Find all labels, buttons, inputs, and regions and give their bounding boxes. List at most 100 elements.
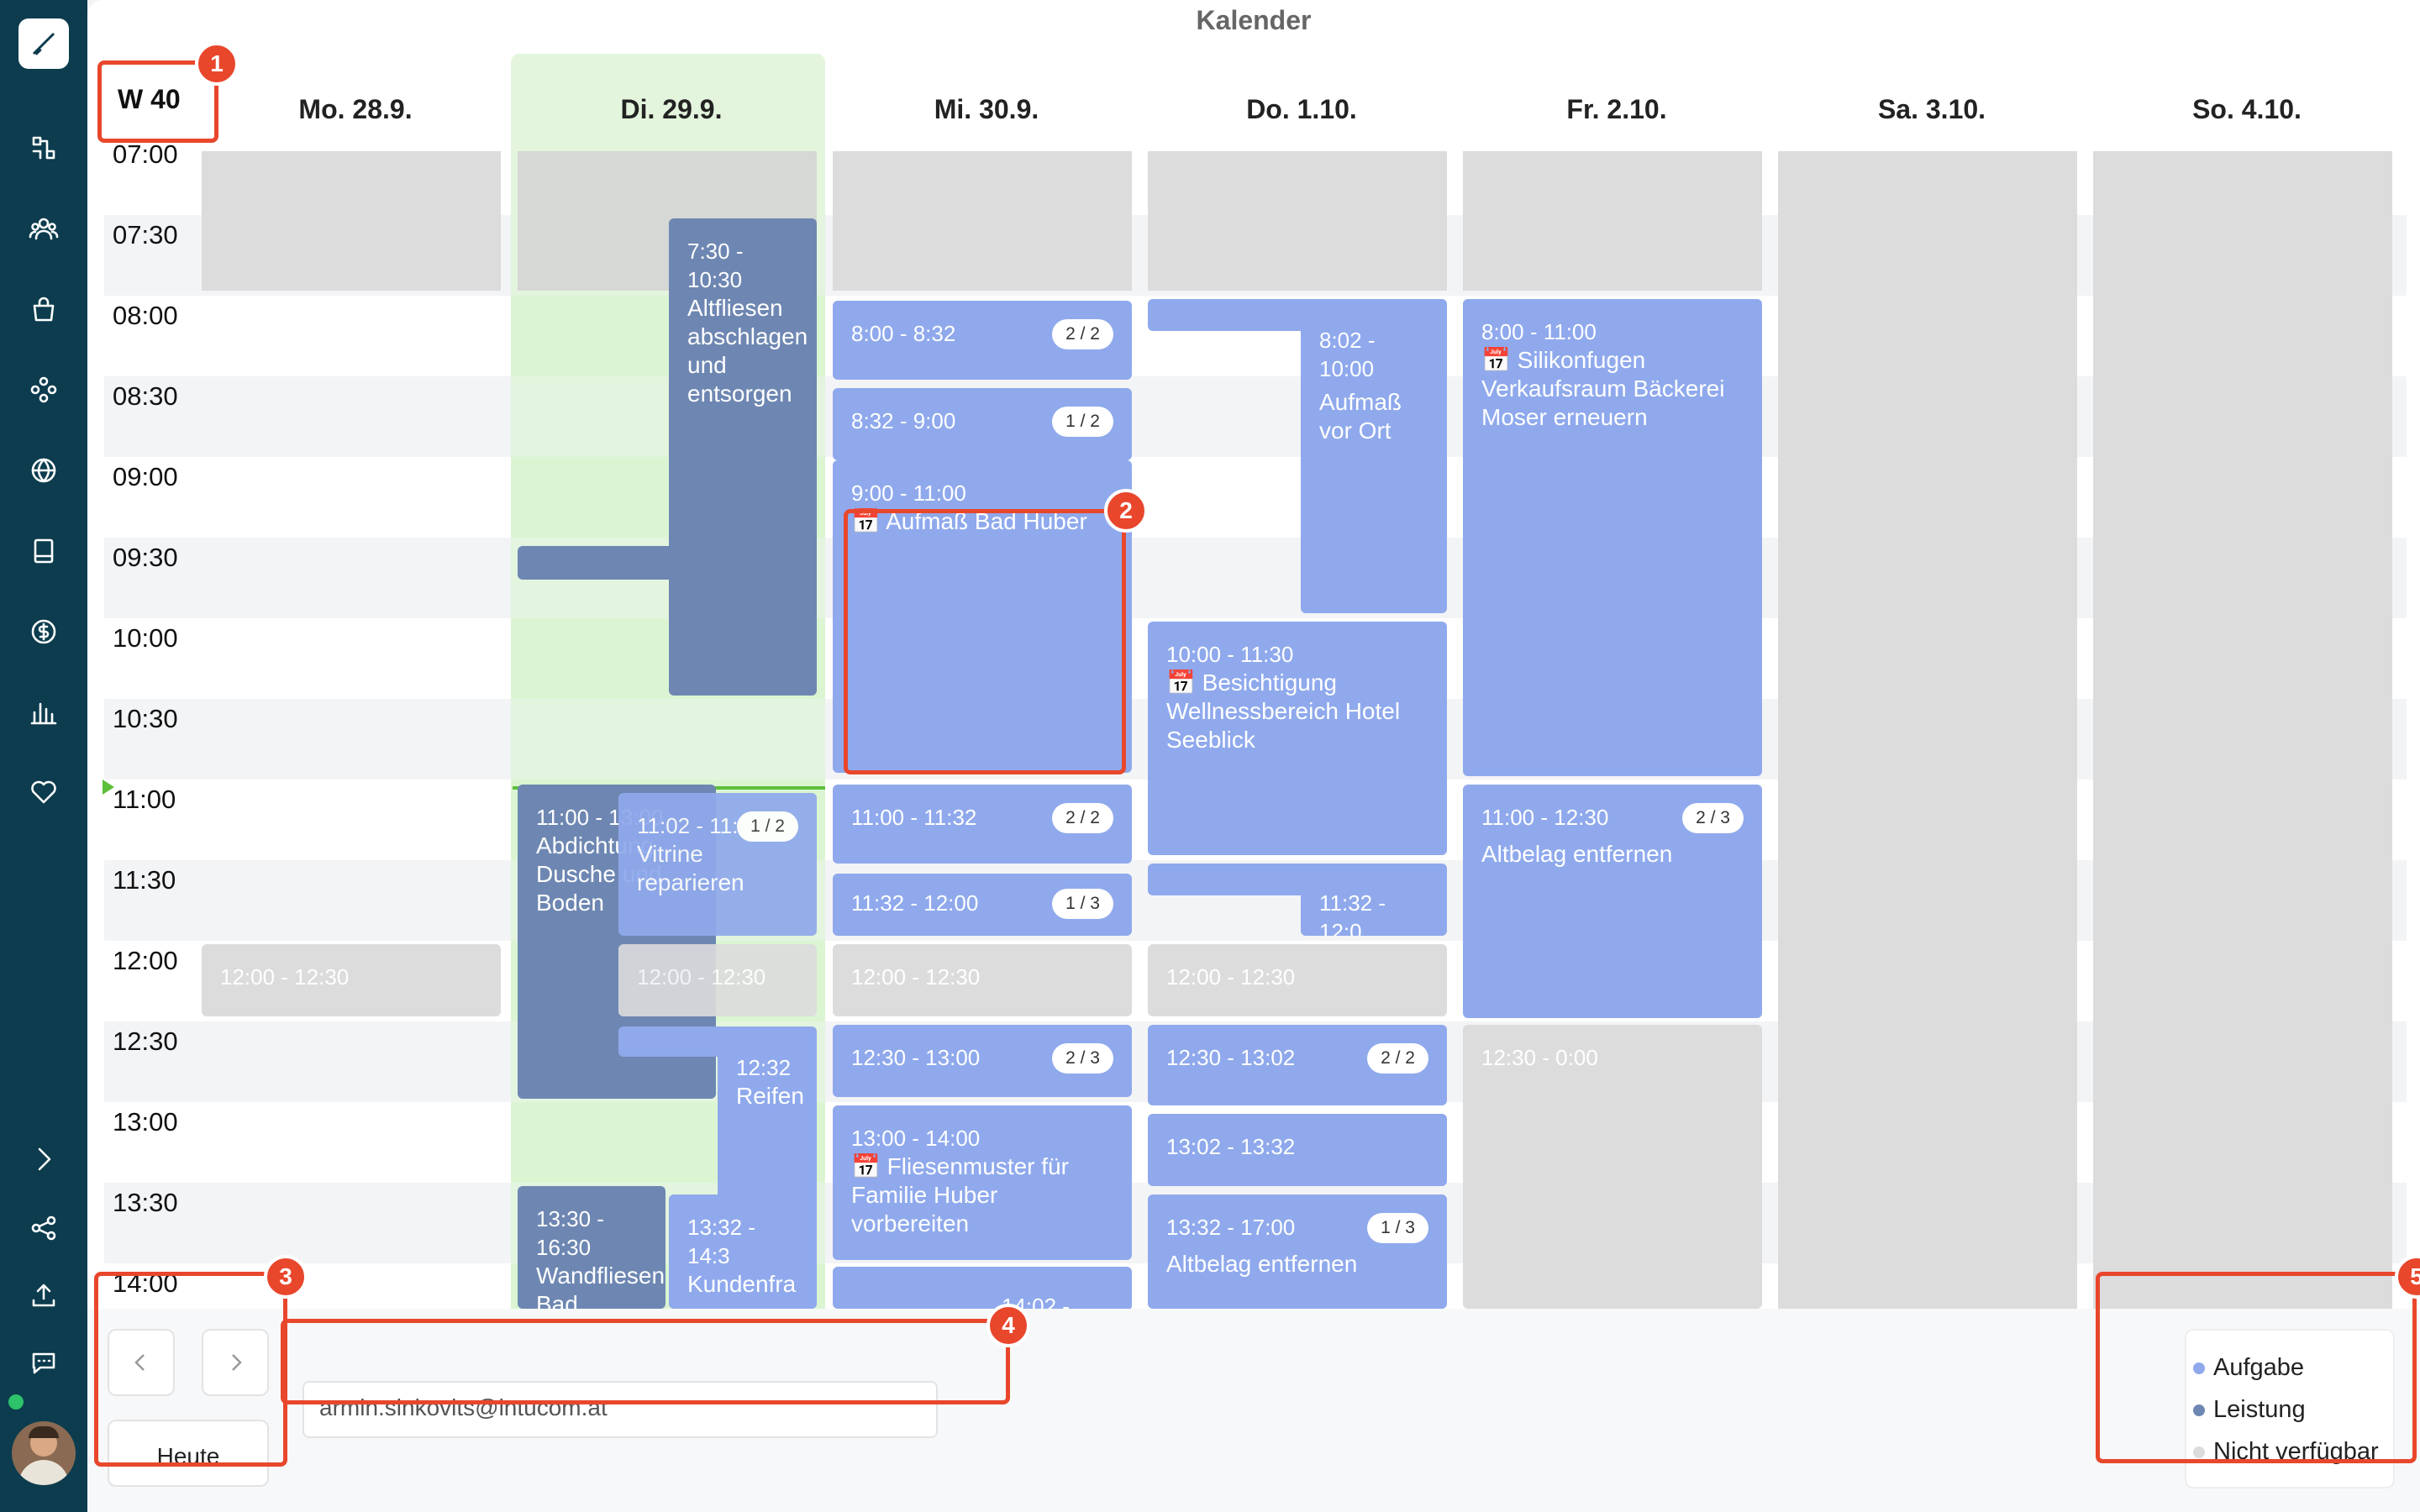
- unavailable-block: [1463, 151, 1762, 291]
- annotation-badge-2: 2: [1104, 489, 1148, 533]
- online-status-dot: [8, 1394, 24, 1410]
- time-label: 11:30: [113, 865, 176, 895]
- event-card[interactable]: 12:30 - 13:02 2 / 2: [1148, 1025, 1447, 1105]
- annotation-box-4: [281, 1319, 1010, 1404]
- day-header-di[interactable]: Di. 29.9.: [518, 94, 825, 129]
- event-time: 13:00 - 14:00: [851, 1126, 981, 1151]
- chevron-right-icon[interactable]: [27, 1142, 60, 1176]
- event-card[interactable]: 13:30 - 16:30 Wandfliesen Bad Huber: [518, 1186, 666, 1309]
- event-title: Altbelag entfernen: [1166, 1251, 1358, 1277]
- annotation-box-5: [2096, 1272, 2417, 1463]
- event-time: 12:32: [736, 1055, 792, 1080]
- event-card[interactable]: 13:02 - 13:32: [1148, 1114, 1447, 1186]
- annotation-badge-4: 4: [986, 1304, 1030, 1347]
- logo-icon[interactable]: [18, 18, 69, 69]
- event-card[interactable]: 8:32 - 9:00 1 / 2: [833, 388, 1132, 460]
- annotation-badge-3: 3: [264, 1255, 308, 1299]
- event-time: 7:30 - 10:30: [687, 239, 744, 292]
- progress-badge: 2 / 3: [1052, 1043, 1113, 1074]
- event-card[interactable]: 11:00 - 11:32 2 / 2: [833, 785, 1132, 864]
- heart-icon[interactable]: [27, 776, 60, 810]
- annotation-badge-1: 1: [195, 42, 239, 86]
- event-title: 📅 Silikonfugen Verkaufsraum Bäckerei Mos…: [1481, 346, 1744, 432]
- calendar-icon: 📅: [1481, 347, 1518, 373]
- event-title: Altbelag entfernen: [1481, 841, 1673, 867]
- progress-badge: 2 / 2: [1052, 319, 1113, 349]
- unavailable-block[interactable]: 12:30 - 0:00: [1463, 1025, 1762, 1309]
- event-card[interactable]: 13:32 - 17:00 Altbelag entfernen 1 / 3: [1148, 1194, 1447, 1309]
- event-card[interactable]: 10:00 - 11:30 📅 Besichtigung Wellnessber…: [1148, 622, 1447, 855]
- globe-icon[interactable]: [27, 454, 60, 487]
- annotation-box-3: [94, 1272, 287, 1467]
- annotation-box-2: [844, 509, 1126, 774]
- calendar-icon: 📅: [851, 1153, 887, 1179]
- chart-icon[interactable]: [27, 696, 60, 729]
- workflow-icon[interactable]: [27, 131, 60, 165]
- unavailable-block: [202, 151, 501, 291]
- time-label: 08:30: [113, 381, 178, 411]
- dollar-icon[interactable]: [27, 615, 60, 648]
- event-card[interactable]: 11:32 - 12:0: [1301, 874, 1447, 936]
- time-label: 08:00: [113, 301, 178, 330]
- unavailable-block[interactable]: 12:00 - 12:30: [202, 944, 501, 1016]
- chat-icon[interactable]: [27, 1346, 60, 1379]
- event-time: 12:00 - 12:30: [851, 964, 981, 990]
- unavailable-block[interactable]: 12:00 - 12:30: [618, 944, 817, 1016]
- day-header-do[interactable]: Do. 1.10.: [1148, 94, 1455, 129]
- time-label: 09:30: [113, 543, 178, 572]
- event-card[interactable]: 13:00 - 14:00 📅 Fliesenmuster für Famili…: [833, 1105, 1132, 1260]
- share-icon[interactable]: [27, 1211, 60, 1245]
- time-label: 13:30: [113, 1188, 178, 1217]
- event-card[interactable]: 13:32 - 14:3 Kundenfra: [669, 1194, 817, 1309]
- event-card[interactable]: [518, 546, 817, 580]
- unavailable-block: [1778, 151, 2077, 1309]
- team-icon[interactable]: [27, 212, 60, 245]
- event-card[interactable]: 11:00 - 12:30 Altbelag entfernen 2 / 3: [1463, 785, 1762, 1018]
- progress-badge: 1 / 3: [1052, 889, 1113, 919]
- page-title: Kalender: [1196, 5, 1312, 35]
- event-title: Reifen: [736, 1083, 804, 1109]
- event-time: 9:00 - 11:00: [851, 480, 966, 506]
- day-header-so[interactable]: So. 4.10.: [2093, 94, 2401, 129]
- event-time: 11:32 - 12:0: [1319, 890, 1386, 936]
- unavailable-block[interactable]: 12:00 - 12:30: [1148, 944, 1447, 1016]
- day-header-sa[interactable]: Sa. 3.10.: [1778, 94, 2086, 129]
- calendar-icon: 📅: [1166, 669, 1202, 696]
- day-header-mi[interactable]: Mi. 30.9.: [833, 94, 1140, 129]
- progress-badge: 1 / 3: [1367, 1213, 1428, 1243]
- event-title: Wandfliesen Bad Huber: [536, 1263, 666, 1309]
- progress-badge: 1 / 2: [737, 811, 798, 842]
- unavailable-block[interactable]: 12:00 - 12:30: [833, 944, 1132, 1016]
- time-label: 12:30: [113, 1026, 178, 1056]
- event-title-text: Silikonfugen Verkaufsraum Bäckerei Moser…: [1481, 347, 1725, 430]
- event-time: 8:00 - 11:00: [1481, 319, 1597, 344]
- modules-icon[interactable]: [27, 373, 60, 407]
- progress-badge: 2 / 3: [1682, 803, 1744, 833]
- event-title: Vitrine reparieren: [637, 841, 744, 895]
- event-time: 10:00 - 11:30: [1166, 642, 1294, 667]
- event-card[interactable]: 12:30 - 13:00 2 / 3: [833, 1025, 1132, 1097]
- event-time: 12:00 - 12:30: [1166, 964, 1296, 990]
- day-header-mo[interactable]: Mo. 28.9.: [202, 94, 509, 129]
- progress-badge: 1 / 2: [1052, 407, 1113, 437]
- event-time: 12:30 - 0:00: [1481, 1045, 1598, 1070]
- event-card[interactable]: 7:30 - 10:30 Altfliesen abschlagen und e…: [669, 218, 817, 696]
- day-header-fr[interactable]: Fr. 2.10.: [1463, 94, 1770, 129]
- progress-badge: 2 / 2: [1052, 803, 1113, 833]
- avatar[interactable]: [12, 1421, 76, 1485]
- bag-icon[interactable]: [27, 292, 60, 326]
- unavailable-block: [1148, 151, 1447, 291]
- upload-icon[interactable]: [27, 1278, 60, 1312]
- time-label: 11:00: [113, 785, 176, 814]
- event-card[interactable]: 8:00 - 11:00 📅 Silikonfugen Verkaufsraum…: [1463, 299, 1762, 776]
- event-card[interactable]: 8:00 - 8:32 2 / 2: [833, 301, 1132, 380]
- unavailable-block: [2093, 151, 2392, 1309]
- event-title: Kundenfra: [687, 1271, 797, 1297]
- event-card[interactable]: 11:02 - 11:59 Vitrine reparieren 1 / 2: [618, 793, 817, 936]
- event-card[interactable]: 8:02 - 10:00 Aufmaß vor Ort: [1301, 307, 1447, 613]
- event-time: 8:02 - 10:00: [1319, 328, 1376, 381]
- event-time: 12:00 - 12:30: [220, 964, 350, 990]
- event-card[interactable]: 11:32 - 12:00 1 / 3: [833, 874, 1132, 936]
- book-icon[interactable]: [27, 534, 60, 568]
- sidebar: [0, 0, 87, 1512]
